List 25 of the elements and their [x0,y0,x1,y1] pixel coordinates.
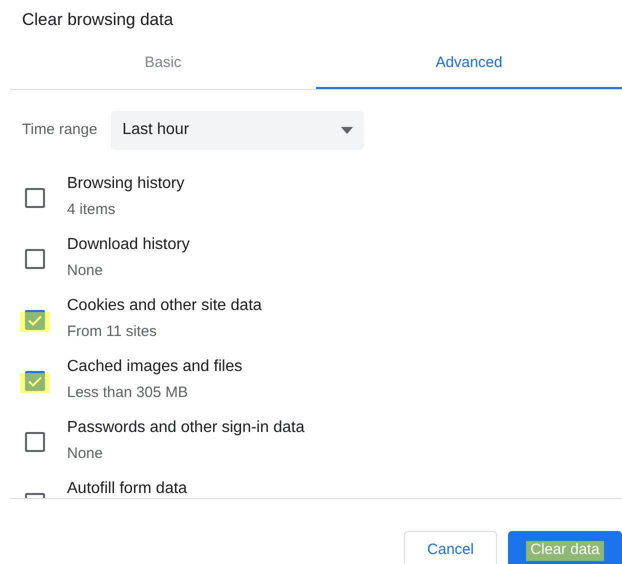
item-detail: None [67,262,104,280]
item-label: Autofill form data [67,480,188,498]
checkbox[interactable] [24,371,44,391]
checkbox[interactable] [24,249,44,269]
check-icon [28,376,42,386]
time-range-select[interactable]: Last hour [111,110,364,150]
checkbox[interactable] [24,432,44,452]
secondary-button[interactable]: Cancel [404,531,497,564]
item-label: Cookies and other site data [67,297,262,315]
dropdown-caret-icon [341,126,354,134]
time-range-label: Time range [22,120,98,140]
item-detail: Less than 305 MB [67,384,189,402]
item-detail: 4 items [67,201,116,219]
item-label: Browsing history [67,175,184,193]
item-label: Download history [67,236,190,254]
item-detail: From 11 sites [67,323,158,341]
item-detail: None [67,445,104,463]
dialog-title: Clear browsing data [22,9,174,32]
item-label: Cached images and files [67,358,242,376]
checkbox[interactable] [24,188,44,208]
check-icon [28,314,42,326]
tab[interactable]: Advanced [316,40,622,89]
checkbox[interactable] [24,310,44,330]
tab[interactable]: Basic [10,40,316,89]
item-label: Passwords and other sign-in data [67,419,304,437]
